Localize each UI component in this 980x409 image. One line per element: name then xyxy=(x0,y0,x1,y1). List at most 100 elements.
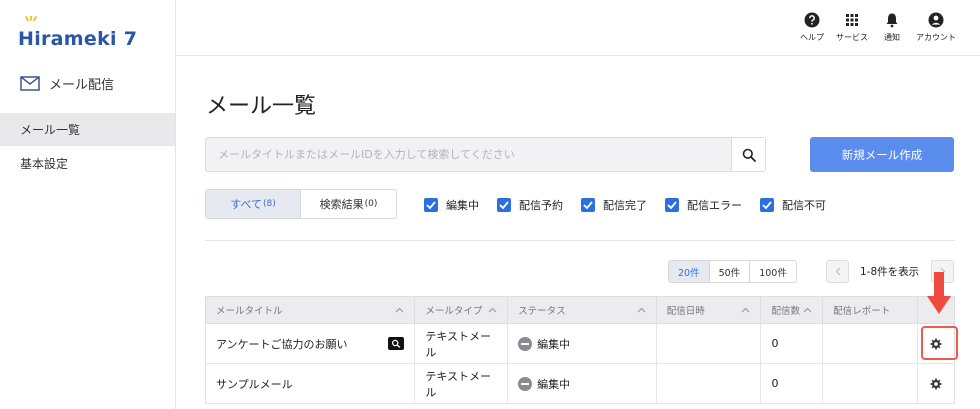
column-label: メールタイプ xyxy=(425,306,483,317)
mail-table: メールタイトル メールタイプ ステータス 配信日時 配信数 配信レポート アンケ… xyxy=(205,296,955,404)
sort-up-icon xyxy=(395,307,404,313)
brand-logo[interactable]: Hirameki 7 xyxy=(18,16,138,50)
chevron-left-icon xyxy=(835,267,840,276)
column-header-type[interactable]: メールタイプ xyxy=(415,297,509,323)
mail-title: アンケートご協力のお願い xyxy=(216,337,348,351)
tab-all-label: すべて xyxy=(230,198,263,211)
table-row[interactable]: サンプルメール テキストメール 編集中 0 xyxy=(205,364,955,404)
cell-status: 編集中 xyxy=(508,324,657,363)
checkbox-checked-icon[interactable] xyxy=(581,198,595,212)
account-label: アカウント xyxy=(916,33,956,42)
table-row[interactable]: アンケートご協力のお願い テキストメール 編集中 0 xyxy=(205,324,955,364)
services-button[interactable]: サービス xyxy=(836,12,868,43)
search-icon xyxy=(742,148,756,162)
range-text: 1-8件を表示 xyxy=(860,266,920,278)
filter-editing[interactable]: 編集中 xyxy=(424,197,479,213)
tab-all[interactable]: すべて (8) xyxy=(206,190,301,218)
cell-report xyxy=(823,364,919,403)
cell-count: 0 xyxy=(761,324,824,363)
tab-search-results[interactable]: 検索結果 (0) xyxy=(301,190,396,218)
bell-icon xyxy=(886,13,898,28)
envelope-icon xyxy=(20,76,40,91)
notifications-label: 通知 xyxy=(884,33,900,42)
apps-grid-icon xyxy=(846,14,858,26)
spark-icon xyxy=(25,16,37,22)
column-label: メールタイトル xyxy=(216,306,283,317)
filter-label: 編集中 xyxy=(446,199,479,212)
column-header-report: 配信レポート xyxy=(823,297,919,323)
mail-title: サンプルメール xyxy=(216,377,293,391)
filter-scheduled[interactable]: 配信予約 xyxy=(497,197,563,213)
cell-type: テキストメール xyxy=(415,364,509,403)
tab-search-results-count: (0) xyxy=(364,199,378,209)
page-size-20[interactable]: 20件 xyxy=(669,261,709,282)
new-mail-button[interactable]: 新規メール作成 xyxy=(810,137,954,172)
filter-sent[interactable]: 配信完了 xyxy=(581,197,647,213)
cell-settings xyxy=(918,364,954,403)
sort-up-icon xyxy=(488,307,497,313)
cell-date xyxy=(657,324,762,363)
editing-status-icon xyxy=(518,336,533,351)
services-label: サービス xyxy=(836,33,868,42)
cell-title[interactable]: サンプルメール xyxy=(206,364,416,403)
status-label: 編集中 xyxy=(537,337,571,351)
checkbox-checked-icon[interactable] xyxy=(760,198,774,212)
cell-title[interactable]: アンケートご協力のお願い xyxy=(206,324,416,363)
checkbox-checked-icon[interactable] xyxy=(497,198,511,212)
tab-search-results-label: 検索結果 xyxy=(319,198,364,211)
sidebar-item-mail-list[interactable]: メール一覧 xyxy=(0,113,175,146)
cell-report xyxy=(823,324,919,363)
cell-count: 0 xyxy=(761,364,824,403)
column-header-count[interactable]: 配信数 xyxy=(761,297,824,323)
sort-up-icon xyxy=(742,307,750,313)
sidebar: Hirameki 7 メール配信 メール一覧 基本設定 xyxy=(0,0,176,409)
sort-up-icon xyxy=(637,307,646,313)
column-header-date[interactable]: 配信日時 xyxy=(657,297,762,323)
editing-status-icon xyxy=(518,376,533,391)
column-header-title[interactable]: メールタイトル xyxy=(206,297,416,323)
filter-label: 配信不可 xyxy=(782,199,826,212)
brand-name: Hirameki 7 xyxy=(18,28,138,50)
status-badge: 編集中 xyxy=(518,336,570,352)
column-label: 配信数 xyxy=(771,306,800,317)
cell-status: 編集中 xyxy=(508,364,657,403)
filter-error[interactable]: 配信エラー xyxy=(665,197,742,213)
divider xyxy=(205,240,955,241)
account-button[interactable]: アカウント xyxy=(916,12,956,43)
help-icon xyxy=(804,12,820,28)
column-label: 配信レポート xyxy=(833,306,891,317)
page-title: メール一覧 xyxy=(206,94,317,119)
status-filters: 編集中 配信予約 配信完了 配信エラー 配信不可 xyxy=(424,197,826,213)
search-button[interactable] xyxy=(731,138,765,171)
column-header-status[interactable]: ステータス xyxy=(508,297,657,323)
help-button[interactable]: ヘルプ xyxy=(798,12,826,43)
checkbox-checked-icon[interactable] xyxy=(665,198,679,212)
page-size-selector: 20件 50件 100件 xyxy=(668,260,797,283)
sidebar-item-basic-settings[interactable]: 基本設定 xyxy=(0,147,175,180)
arrow-down-icon xyxy=(927,272,951,314)
page-size-100[interactable]: 100件 xyxy=(749,261,796,282)
table-header: メールタイトル メールタイプ ステータス 配信日時 配信数 配信レポート xyxy=(205,296,955,324)
settings-highlight-box xyxy=(921,326,958,360)
sidebar-item-label: メール一覧 xyxy=(20,123,81,137)
top-header: ヘルプ サービス 通知 アカウント xyxy=(176,0,980,56)
result-tabs: すべて (8) 検索結果 (0) xyxy=(205,189,397,219)
sidebar-section-mail[interactable]: メール配信 xyxy=(20,74,114,93)
status-badge: 編集中 xyxy=(518,376,570,392)
gear-icon[interactable] xyxy=(929,377,943,391)
column-label: ステータス xyxy=(518,306,566,317)
help-label: ヘルプ xyxy=(800,33,824,42)
page-size-50[interactable]: 50件 xyxy=(708,261,750,282)
notifications-button[interactable]: 通知 xyxy=(878,12,906,43)
tab-all-count: (8) xyxy=(263,199,276,209)
filter-undeliverable[interactable]: 配信不可 xyxy=(760,197,826,213)
cell-date xyxy=(657,364,762,403)
prev-page-button[interactable] xyxy=(826,260,849,283)
filter-label: 配信エラー xyxy=(687,199,742,212)
search-input[interactable] xyxy=(206,138,731,171)
status-label: 編集中 xyxy=(537,377,571,391)
checkbox-checked-icon[interactable] xyxy=(424,198,438,212)
sidebar-item-label: 基本設定 xyxy=(20,157,69,171)
account-icon xyxy=(928,12,944,28)
preview-icon[interactable] xyxy=(388,337,405,350)
